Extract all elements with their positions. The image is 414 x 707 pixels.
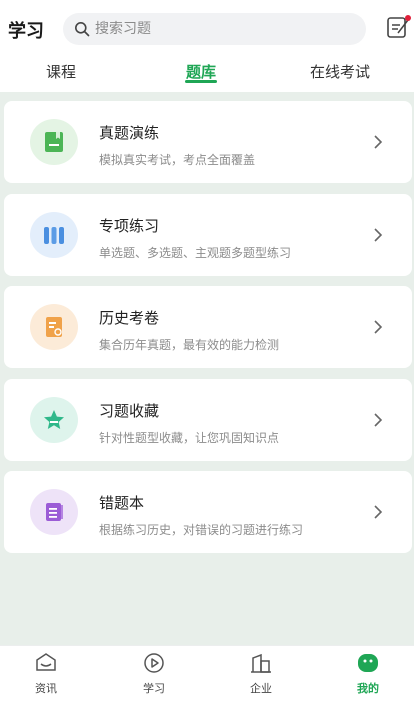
bottom-nav: 资讯 学习 企业 我的 (0, 645, 414, 707)
search-icon (75, 22, 90, 37)
card-subtitle: 模拟真实考试，考点全面覆盖 (99, 153, 256, 167)
building-icon (251, 653, 271, 673)
card-subtitle: 针对性题型收藏，让您巩固知识点 (99, 431, 280, 445)
card-title: 错题本 (99, 494, 145, 512)
active-tab-indicator (185, 80, 217, 83)
card-mistake-book[interactable]: 错题本 根据练习历史，对错误的习题进行练习 (4, 471, 412, 553)
chevron-right-icon (374, 228, 383, 242)
exam-paper-icon (30, 304, 78, 350)
search-input[interactable] (95, 13, 355, 45)
card-subtitle: 单选题、多选题、主观题多题型练习 (99, 246, 292, 260)
card-past-exams[interactable]: 历史考卷 集合历年真题，最有效的能力检测 (4, 286, 412, 368)
tab-bar: 课程 题库 在线考试 (0, 52, 414, 92)
tab-online-exam[interactable]: 在线考试 (310, 61, 370, 82)
card-title: 专项练习 (99, 217, 160, 235)
notebook-icon (30, 489, 78, 535)
chevron-right-icon (374, 320, 383, 334)
card-title: 历史考卷 (99, 309, 160, 327)
chevron-right-icon (374, 505, 383, 519)
tab-courses[interactable]: 课程 (46, 61, 76, 82)
card-real-exam-practice[interactable]: 真题演练 模拟真实考试，考点全面覆盖 (4, 101, 412, 183)
nav-label: 资讯 (35, 682, 57, 695)
nav-label: 企业 (250, 682, 272, 695)
card-subtitle: 根据练习历史，对错误的习题进行练习 (99, 523, 304, 537)
notification-dot (405, 15, 411, 21)
card-subtitle: 集合历年真题，最有效的能力检测 (99, 338, 280, 352)
top-bar: 学习 (0, 0, 414, 52)
tab-question-bank[interactable]: 题库 (186, 61, 216, 82)
card-title: 真题演练 (99, 124, 160, 142)
play-circle-icon (144, 653, 164, 673)
chevron-right-icon (374, 413, 383, 427)
nav-item-news[interactable]: 资讯 (16, 646, 76, 707)
card-topic-practice[interactable]: 专项练习 单选题、多选题、主观题多题型练习 (4, 194, 412, 276)
book-icon (30, 119, 78, 165)
profile-icon (358, 654, 378, 672)
chevron-right-icon (374, 135, 383, 149)
card-favorites[interactable]: 习题收藏 针对性题型收藏，让您巩固知识点 (4, 379, 412, 461)
nav-label: 我的 (357, 682, 379, 695)
books-icon (30, 212, 78, 258)
nav-item-enterprise[interactable]: 企业 (231, 646, 291, 707)
search-bar[interactable] (63, 13, 366, 45)
nav-item-profile[interactable]: 我的 (338, 646, 398, 707)
nav-item-study[interactable]: 学习 (124, 646, 184, 707)
page-title: 学习 (8, 21, 44, 42)
news-icon (36, 653, 56, 671)
star-icon (30, 397, 78, 443)
card-title: 习题收藏 (99, 402, 160, 420)
nav-label: 学习 (143, 682, 165, 695)
